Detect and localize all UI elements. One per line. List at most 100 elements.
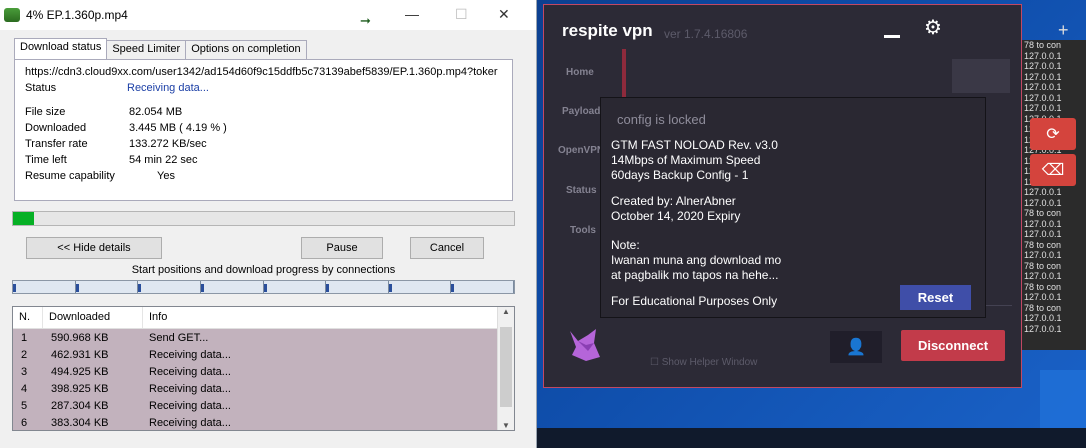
sidebar-item-home[interactable]: Home: [566, 67, 594, 78]
log-line: 127.0.0.1: [1024, 323, 1062, 334]
idm-window-title: 4% EP.1.360p.mp4: [26, 8, 128, 22]
taskbar: [537, 428, 1086, 448]
row-number: 1: [21, 331, 28, 344]
resume-capability-label: Resume capability: [25, 170, 115, 182]
connections-rows: 1 590.968 KB Send GET... 2 462.931 KB Receiv…: [13, 329, 514, 430]
table-row[interactable]: 6 383.304 KB Receiving data...: [13, 414, 514, 430]
connection-segment: [388, 281, 452, 293]
log-line: 127.0.0.1: [1024, 313, 1062, 323]
log-line: 78 to con: [1024, 40, 1062, 50]
cancel-button[interactable]: Cancel: [410, 237, 484, 259]
eraser-icon: ⌫: [1041, 162, 1065, 179]
sidebar-item-tools[interactable]: Tools: [570, 225, 596, 236]
download-progress-fill: [13, 212, 34, 225]
tab-download-status[interactable]: Download status: [14, 38, 108, 59]
connections-progress-bar: [12, 280, 515, 294]
row-info: Receiving data...: [149, 399, 231, 412]
column-header-info[interactable]: Info: [143, 307, 514, 328]
log-line: 127.0.0.1: [1024, 250, 1062, 260]
log-line: 127.0.0.1: [1024, 197, 1062, 208]
refresh-button[interactable]: ⟳: [1030, 118, 1076, 150]
column-header-n[interactable]: N.: [13, 307, 43, 328]
log-line: 127.0.0.1: [1024, 82, 1062, 92]
eraser-button[interactable]: ⌫: [1030, 154, 1076, 186]
connections-caption: Start positions and download progress by…: [131, 264, 396, 276]
table-row[interactable]: 4 398.925 KB Receiving data...: [13, 380, 514, 397]
connection-segment: [138, 281, 201, 293]
row-number: 2: [21, 348, 28, 361]
log-line: 127.0.0.1: [1024, 292, 1062, 302]
maximize-icon[interactable]: ☐: [455, 6, 468, 23]
transfer-rate-label: Transfer rate: [25, 138, 88, 150]
sidebar-item-payload[interactable]: Payload: [562, 106, 600, 117]
helper-window-checkbox[interactable]: ☐ Show Helper Window: [650, 357, 757, 368]
row-number: 3: [21, 365, 28, 378]
row-info: Receiving data...: [149, 348, 231, 361]
log-line: 127.0.0.1: [1024, 229, 1062, 239]
sidebar-item-status[interactable]: Status: [566, 185, 597, 196]
row-downloaded: 287.304 KB: [51, 399, 109, 412]
row-number: 6: [21, 416, 28, 429]
log-line: 127.0.0.1: [1024, 50, 1062, 61]
downloaded-label: Downloaded: [25, 122, 87, 134]
table-row[interactable]: 1 590.968 KB Send GET...: [13, 329, 514, 346]
row-number: 5: [21, 399, 28, 412]
row-downloaded: 383.304 KB: [51, 416, 109, 429]
config-author: Created by: AlnerAbner October 14, 2020 …: [611, 194, 741, 223]
config-locked-heading: config is locked: [617, 112, 706, 127]
transfer-rate-value: 133.272 KB/sec: [129, 138, 207, 150]
list-scrollbar[interactable]: ▲ ▼: [497, 307, 514, 430]
downloaded-value: 3.445 MB ( 4.19 % ): [129, 122, 227, 134]
pause-button[interactable]: Pause: [301, 237, 383, 259]
idm-app-icon: [4, 8, 20, 22]
row-number: 4: [21, 382, 28, 395]
reset-button[interactable]: Reset: [900, 285, 971, 310]
config-locked-popup: config is locked GTM FAST NOLOAD Rev. v3…: [600, 97, 986, 318]
column-header-downloaded[interactable]: Downloaded: [43, 307, 143, 328]
download-url: https://cdn3.cloud9xx.com/user1342/ad154…: [25, 66, 498, 78]
helper-window-label: Show Helper Window: [661, 357, 758, 368]
connection-segment: [263, 281, 327, 293]
config-description: GTM FAST NOLOAD Rev. v3.0 14Mbps of Maxi…: [611, 138, 778, 182]
tab-options-on-completion[interactable]: Options on completion: [185, 40, 307, 59]
download-progress-bar: [12, 211, 515, 226]
disconnect-button[interactable]: Disconnect: [901, 330, 1005, 361]
row-downloaded: 398.925 KB: [51, 382, 109, 395]
row-downloaded: 494.925 KB: [51, 365, 109, 378]
scroll-down-icon[interactable]: ▼: [498, 421, 514, 430]
row-info: Receiving data...: [149, 365, 231, 378]
desktop-window-pane: [1040, 370, 1086, 428]
minimize-icon[interactable]: [884, 35, 900, 38]
hide-details-button[interactable]: << Hide details: [26, 237, 162, 259]
minimize-icon[interactable]: —: [405, 6, 419, 22]
log-line: 78 to con: [1024, 260, 1062, 271]
table-row[interactable]: 5 287.304 KB Receiving data...: [13, 397, 514, 414]
sidebar-item-openvpn[interactable]: OpenVPN: [558, 145, 604, 156]
row-downloaded: 462.931 KB: [51, 348, 109, 361]
row-info: Receiving data...: [149, 416, 231, 429]
add-icon[interactable]: +: [1058, 20, 1069, 41]
log-line: 78 to con: [1024, 208, 1062, 218]
idm-download-window: 4% EP.1.360p.mp4 ➞ — ☐ ✕ Download status…: [0, 0, 537, 448]
connections-list: N. Downloaded Info 1 590.968 KB Send GET..…: [12, 306, 515, 431]
table-row[interactable]: 3 494.925 KB Receiving data...: [13, 363, 514, 380]
user-button[interactable]: 👤: [830, 331, 882, 363]
row-info: Receiving data...: [149, 382, 231, 395]
connection-segment: [75, 281, 139, 293]
gear-icon[interactable]: ⚙: [924, 15, 942, 40]
row-downloaded: 590.968 KB: [51, 331, 109, 344]
config-note: Note: Iwanan muna ang download mo at pag…: [611, 238, 782, 282]
log-line: 127.0.0.1: [1024, 92, 1062, 103]
fox-logo-icon: [570, 329, 600, 361]
tab-speed-limiter[interactable]: Speed Limiter: [106, 40, 187, 59]
close-icon[interactable]: ✕: [498, 6, 510, 23]
table-row[interactable]: 2 462.931 KB Receiving data...: [13, 346, 514, 363]
time-left-value: 54 min 22 sec: [129, 154, 198, 166]
connection-segment: [200, 281, 264, 293]
vpn-version: ver 1.7.4.16806: [664, 27, 748, 41]
time-left-label: Time left: [25, 154, 67, 166]
log-line: 127.0.0.1: [1024, 218, 1062, 229]
file-size-value: 82.054 MB: [129, 106, 183, 118]
scroll-thumb[interactable]: [500, 327, 512, 407]
scroll-up-icon[interactable]: ▲: [498, 307, 514, 316]
